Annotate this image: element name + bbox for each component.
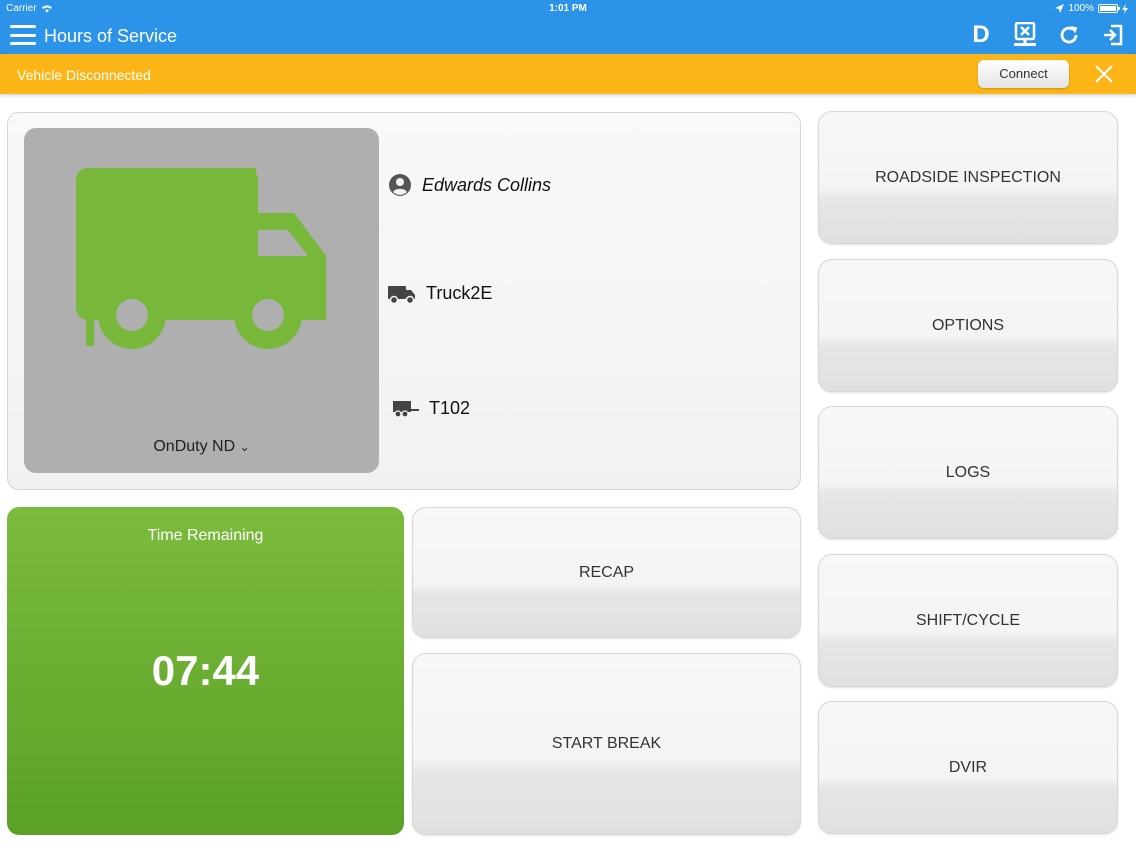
options-button[interactable]: OPTIONS bbox=[818, 259, 1118, 392]
start-break-button[interactable]: START BREAK bbox=[412, 653, 801, 835]
time-remaining-value: 07:44 bbox=[151, 647, 260, 694]
logout-icon[interactable] bbox=[1100, 22, 1126, 48]
status-bar: Carrier 1:01 PM 100% bbox=[0, 0, 1136, 17]
clock: 1:01 PM bbox=[549, 3, 587, 14]
time-remaining-tile[interactable]: Time Remaining 07:44 bbox=[7, 507, 404, 835]
duty-status-label: OnDuty ND bbox=[153, 438, 236, 455]
truck-illustration bbox=[76, 168, 326, 349]
recap-button[interactable]: RECAP bbox=[412, 507, 801, 638]
truck-info: Truck2E bbox=[388, 283, 492, 304]
logs-button[interactable]: LOGS bbox=[818, 406, 1118, 539]
duty-status-tile[interactable]: OnDuty ND ⌄ bbox=[24, 128, 379, 473]
truck-icon bbox=[388, 285, 415, 304]
banner-message: Vehicle Disconnected bbox=[17, 67, 151, 83]
battery-icon bbox=[1098, 4, 1120, 13]
driver-info: Edwards Collins bbox=[388, 173, 551, 197]
connect-button[interactable]: Connect bbox=[978, 60, 1069, 88]
status-right: 100% bbox=[1055, 3, 1128, 14]
time-remaining-label: Time Remaining bbox=[147, 527, 264, 544]
trailer-name: T102 bbox=[429, 398, 471, 418]
close-icon[interactable] bbox=[1093, 63, 1115, 85]
battery-percent: 100% bbox=[1068, 3, 1094, 14]
user-icon bbox=[389, 174, 411, 196]
app-bar-actions: D bbox=[968, 21, 1126, 48]
app-bar: Hours of Service D bbox=[0, 17, 1136, 54]
d-icon[interactable]: D bbox=[968, 21, 994, 48]
dvir-button[interactable]: DVIR bbox=[818, 701, 1118, 834]
trailer-icon bbox=[393, 400, 419, 418]
driver-name: Edwards Collins bbox=[422, 174, 552, 195]
refresh-icon[interactable] bbox=[1056, 22, 1082, 48]
page-title: Hours of Service bbox=[44, 26, 178, 46]
shift-cycle-button[interactable]: SHIFT/CYCLE bbox=[818, 554, 1118, 687]
vehicle-status-banner: Vehicle Disconnected Connect bbox=[0, 54, 1136, 94]
roadside-inspection-button[interactable]: ROADSIDE INSPECTION bbox=[818, 111, 1118, 244]
chevron-down-icon: ⌄ bbox=[239, 440, 250, 454]
driver-card: OnDuty ND ⌄ Edwards Collins Truck2E T102 bbox=[7, 112, 801, 490]
charging-icon bbox=[1122, 3, 1128, 14]
location-icon bbox=[1055, 4, 1065, 13]
trailer-info: T102 bbox=[393, 398, 470, 419]
menu-icon[interactable] bbox=[10, 25, 36, 45]
disconnect-device-icon[interactable] bbox=[1012, 22, 1038, 48]
duty-status-selector[interactable]: OnDuty ND ⌄ bbox=[24, 438, 379, 456]
truck-name: Truck2E bbox=[426, 283, 493, 303]
